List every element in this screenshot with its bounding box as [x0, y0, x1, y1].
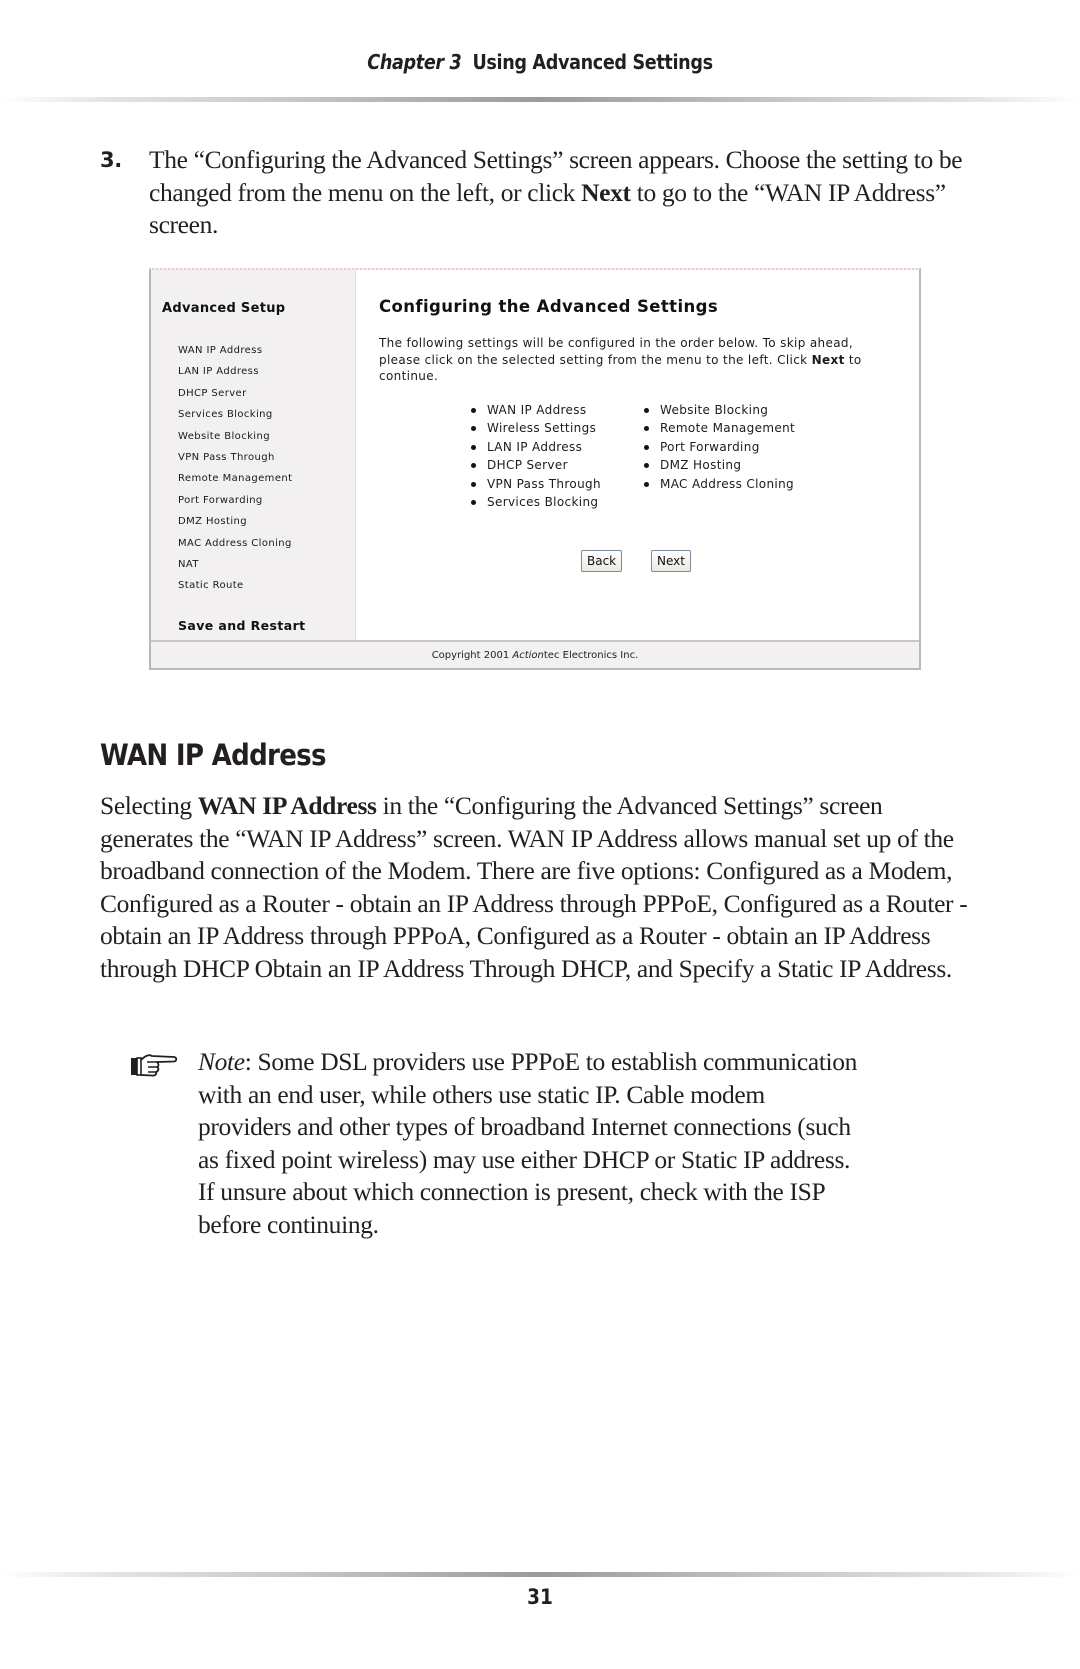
sidebar-item-dmz-hosting[interactable]: DMZ Hosting: [178, 511, 292, 532]
header-rule: [0, 97, 1080, 102]
copyright-text: Copyright 2001: [431, 650, 513, 661]
step-number: 3.: [100, 148, 122, 172]
next-button[interactable]: Next: [651, 550, 691, 572]
sidebar-item-save-and-restart[interactable]: Save and Restart: [178, 618, 306, 633]
screenshot-copyright-footer: Copyright 2001 Actiontec Electronics Inc…: [151, 640, 919, 668]
screen-description: The following settings will be configure…: [379, 335, 889, 385]
running-header: Chapter 3 Using Advanced Settings: [65, 50, 1015, 74]
brand-italic: Action: [512, 650, 544, 661]
back-button[interactable]: Back: [581, 550, 623, 572]
note-block: Note: Some DSL providers use PPPoE to es…: [130, 1046, 870, 1241]
step-text: The “Configuring the Advanced Settings” …: [149, 144, 969, 242]
step-3: 3. The “Configuring the Advanced Setting…: [100, 144, 970, 242]
sidebar-item-website-blocking[interactable]: Website Blocking: [178, 426, 292, 447]
desc-next-bold: Next: [811, 352, 845, 367]
body-part: Selecting: [100, 791, 198, 820]
settings-list-item: DMZ Hosting: [643, 456, 795, 474]
sidebar-title: Advanced Setup: [162, 301, 286, 316]
sidebar-item-nat[interactable]: NAT: [178, 554, 292, 575]
chapter-title: Using Advanced Settings: [472, 50, 713, 74]
body-bold: WAN IP Address: [197, 791, 377, 820]
settings-list-item: Website Blocking: [643, 401, 795, 419]
settings-list-item: WAN IP Address: [470, 401, 601, 419]
section-body: Selecting WAN IP Address in the “Configu…: [100, 790, 980, 985]
page-number: 31: [527, 1585, 553, 1609]
next-bold: Next: [581, 177, 631, 207]
sidebar-item-dhcp-server[interactable]: DHCP Server: [178, 383, 292, 404]
advanced-settings-main: Configuring the Advanced Settings The fo…: [356, 270, 919, 640]
brand-rest: tec Electronics Inc.: [543, 650, 639, 661]
sidebar-item-remote-management[interactable]: Remote Management: [178, 468, 292, 489]
settings-list-item: Services Blocking: [470, 493, 601, 511]
settings-list-column-1: WAN IP Address Wireless Settings LAN IP …: [470, 401, 601, 511]
settings-list-item: VPN Pass Through: [470, 475, 601, 493]
settings-list-column-2: Website Blocking Remote Management Port …: [643, 401, 795, 493]
settings-list-item: LAN IP Address: [470, 438, 601, 456]
screen-title: Configuring the Advanced Settings: [379, 297, 719, 316]
sidebar-menu: WAN IP Address LAN IP Address DHCP Serve…: [178, 340, 292, 597]
settings-list-item: Port Forwarding: [643, 438, 795, 456]
settings-list-item: Wireless Settings: [470, 419, 601, 437]
sidebar-item-lan-ip-address[interactable]: LAN IP Address: [178, 361, 292, 382]
settings-list-item: DHCP Server: [470, 456, 601, 474]
settings-list-item: Remote Management: [643, 419, 795, 437]
note-text: Note: Some DSL providers use PPPoE to es…: [198, 1046, 858, 1241]
advanced-settings-screenshot: Advanced Setup WAN IP Address LAN IP Add…: [149, 268, 921, 670]
advanced-setup-sidebar: Advanced Setup WAN IP Address LAN IP Add…: [151, 270, 356, 640]
sidebar-item-services-blocking[interactable]: Services Blocking: [178, 404, 292, 425]
sidebar-item-static-route[interactable]: Static Route: [178, 575, 292, 596]
chapter-label: Chapter 3: [367, 50, 462, 74]
pointing-hand-icon: [131, 1054, 178, 1077]
note-label: Note: [198, 1047, 245, 1076]
sidebar-item-mac-address-cloning[interactable]: MAC Address Cloning: [178, 533, 292, 554]
sidebar-item-port-forwarding[interactable]: Port Forwarding: [178, 490, 292, 511]
footer-rule: [0, 1572, 1080, 1577]
settings-list-item: MAC Address Cloning: [643, 475, 795, 493]
sidebar-item-wan-ip-address[interactable]: WAN IP Address: [178, 340, 292, 361]
note-body: : Some DSL providers use PPPoE to establ…: [198, 1047, 858, 1239]
desc-part: The following settings will be configure…: [379, 336, 854, 367]
section-heading: WAN IP Address: [100, 738, 327, 772]
sidebar-item-vpn-pass-through[interactable]: VPN Pass Through: [178, 447, 292, 468]
